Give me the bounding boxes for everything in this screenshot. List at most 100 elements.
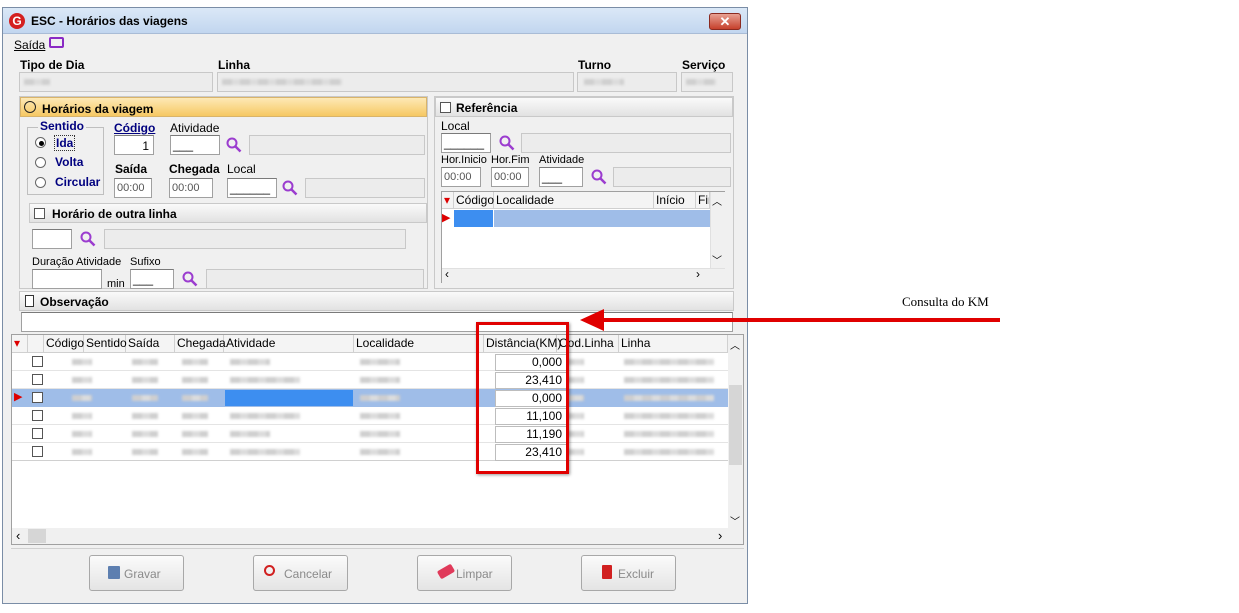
limpar-button[interactable]: Limpar	[417, 555, 512, 591]
scroll-left-icon[interactable]: ‹	[445, 267, 449, 281]
search-icon[interactable]	[80, 231, 96, 247]
radio-volta[interactable]	[35, 157, 46, 168]
scroll-right-icon[interactable]: ›	[718, 528, 722, 543]
label-servico: Serviço	[682, 58, 726, 72]
gravar-button[interactable]: Gravar	[89, 555, 184, 591]
save-icon	[108, 566, 120, 579]
excluir-button[interactable]: Excluir	[581, 555, 676, 591]
referencia-grid[interactable]: ▾ Código Localidade Início Fim ▶ ︿ ﹀ ‹ ›	[441, 191, 725, 283]
outra-linha-input[interactable]	[32, 229, 72, 249]
annotation-label: Consulta do KM	[902, 294, 989, 309]
referencia-checkbox[interactable]	[440, 102, 451, 113]
grid-menu-icon[interactable]: ▾	[12, 335, 28, 352]
hscroll-thumb[interactable]	[28, 529, 46, 543]
table-row[interactable]	[12, 407, 728, 425]
hor-fim-input[interactable]: 00:00	[491, 167, 529, 187]
outra-linha-title: Horário de outra linha	[52, 207, 177, 221]
label-ref-atividade: Atividade	[539, 154, 585, 166]
tipo-dia-field	[19, 72, 213, 92]
ref-local-desc-field	[521, 133, 731, 153]
ref-col-inicio[interactable]: Início	[654, 192, 696, 209]
col-codigo[interactable]: Código	[44, 335, 84, 352]
search-icon[interactable]	[499, 135, 515, 151]
chegada-input[interactable]: 00:00	[169, 178, 213, 198]
table-row[interactable]	[12, 425, 728, 443]
scroll-right-icon[interactable]: ›	[696, 267, 700, 281]
close-button[interactable]: ✕	[709, 13, 741, 30]
main-vscrollbar[interactable]	[728, 335, 743, 528]
app-logo-icon: G	[9, 13, 25, 29]
ref-col-codigo[interactable]: Código	[454, 192, 494, 209]
label-saida: Saída	[115, 162, 148, 176]
search-icon[interactable]	[226, 137, 242, 153]
label-min: min	[107, 278, 125, 290]
row-checkbox[interactable]	[32, 410, 43, 421]
outra-linha-header: Horário de outra linha	[29, 203, 427, 223]
label-sufixo: Sufixo	[130, 256, 161, 268]
table-row[interactable]	[12, 371, 728, 389]
saida-input[interactable]: 00:00	[114, 178, 152, 198]
linha-field	[217, 72, 574, 92]
col-localidade[interactable]: Localidade	[354, 335, 484, 352]
scroll-down-icon[interactable]: ﹀	[730, 513, 740, 528]
monitor-icon[interactable]	[49, 37, 64, 48]
hor-inicio-input[interactable]: 00:00	[441, 167, 481, 187]
col-check	[28, 335, 44, 352]
grid-menu-icon[interactable]: ▾	[442, 192, 454, 209]
menu-saida[interactable]: Saída	[14, 38, 45, 52]
ref-hscrollbar[interactable]	[442, 268, 725, 283]
search-icon[interactable]	[182, 271, 198, 287]
radio-ida[interactable]	[35, 137, 46, 148]
row-checkbox[interactable]	[32, 446, 43, 457]
main-grid[interactable]: ▾ Código Sentido Saída Chegada Atividade…	[11, 334, 744, 545]
row-pointer-icon: ▶	[442, 212, 451, 224]
referencia-header: Referência	[435, 97, 733, 117]
search-icon[interactable]	[282, 180, 298, 196]
referencia-panel: Referência Local ______ Hor.Inicio 00:00…	[434, 96, 734, 289]
label-turno: Turno	[578, 58, 612, 72]
col-chegada[interactable]: Chegada	[175, 335, 226, 352]
radio-circular[interactable]	[35, 177, 46, 188]
col-atividade[interactable]: Atividade	[224, 335, 354, 352]
outra-linha-checkbox[interactable]	[34, 208, 45, 219]
ref-col-fim[interactable]: Fim	[696, 192, 710, 209]
main-hscrollbar[interactable]	[12, 528, 743, 544]
row-checkbox[interactable]	[32, 374, 43, 385]
row-checkbox[interactable]	[32, 428, 43, 439]
table-row[interactable]	[12, 353, 728, 371]
label-volta: Volta	[55, 155, 84, 169]
local-input[interactable]: ______	[227, 178, 277, 198]
label-hor-fim: Hor.Fim	[491, 154, 530, 166]
scroll-left-icon[interactable]: ‹	[16, 528, 20, 543]
scroll-down-icon[interactable]: ﹀	[712, 252, 722, 267]
window-title: ESC - Horários das viagens	[31, 14, 188, 28]
codigo-input[interactable]: 1	[114, 135, 154, 155]
ref-atividade-input[interactable]: ___	[539, 167, 583, 187]
col-sentido[interactable]: Sentido	[84, 335, 127, 352]
table-row-selected[interactable]: ▶	[12, 389, 728, 407]
table-row[interactable]	[12, 443, 728, 461]
search-icon[interactable]	[591, 169, 607, 185]
vscroll-thumb[interactable]	[729, 385, 742, 465]
scroll-up-icon[interactable]: ︿	[712, 193, 722, 208]
label-tipo-dia: Tipo de Dia	[20, 58, 85, 72]
ref-local-input[interactable]: ______	[441, 133, 491, 153]
cancel-icon	[264, 565, 275, 576]
row-checkbox[interactable]	[32, 356, 43, 367]
row-pointer-icon: ▶	[14, 391, 23, 403]
col-saida[interactable]: Saída	[126, 335, 175, 352]
ref-col-localidade[interactable]: Localidade	[494, 192, 654, 209]
row-checkbox[interactable]	[32, 392, 43, 403]
cancelar-button[interactable]: Cancelar	[253, 555, 348, 591]
sufixo-desc-field	[206, 269, 424, 289]
label-codigo: Código	[114, 121, 156, 135]
label-linha: Linha	[218, 58, 250, 72]
limpar-label: Limpar	[456, 567, 493, 581]
outra-linha-desc-field	[104, 229, 406, 249]
atividade-input[interactable]: ___	[170, 135, 220, 155]
sufixo-input[interactable]: ___	[130, 269, 174, 289]
ref-selected-row[interactable]	[494, 210, 710, 227]
horarios-header: Horários da viagem	[20, 97, 427, 117]
ref-selected-cell[interactable]	[454, 210, 493, 227]
duracao-input[interactable]	[32, 269, 102, 289]
